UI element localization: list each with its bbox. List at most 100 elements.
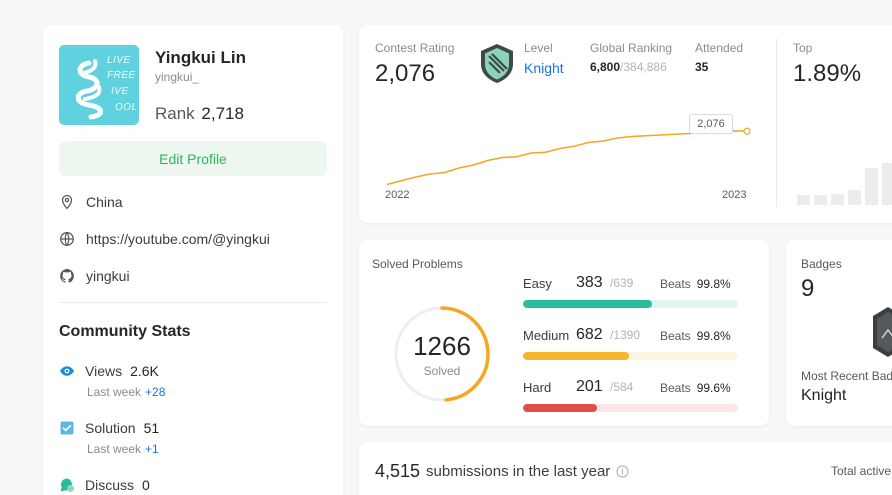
hard-progress-fill — [523, 404, 597, 412]
stat-value: 51 — [143, 420, 160, 436]
avatar-word: FREE — [107, 70, 136, 81]
hard-total: /584 — [610, 380, 634, 394]
badge-icon[interactable] — [873, 306, 892, 358]
easy-progress-fill — [523, 300, 652, 308]
hard-solved: 201 — [576, 378, 603, 395]
website-row[interactable]: https://youtube.com/@yingkui — [59, 231, 270, 247]
stat-views: Views 2.6K — [59, 363, 159, 379]
stat-label: Discuss — [85, 477, 135, 493]
chart-tooltip: 2,076 — [689, 114, 733, 134]
website-link[interactable]: https://youtube.com/@yingkui — [86, 231, 270, 247]
stat-sub-label: Last week — [87, 385, 142, 399]
histogram-bar — [814, 195, 827, 205]
beats-label: Beats — [660, 329, 691, 343]
rank-value: 2,718 — [201, 104, 244, 123]
beats-value: 99.6% — [696, 381, 731, 395]
global-rank: 6,800 — [590, 60, 621, 74]
solved-problems-card: Solved Problems 1266 Solved Easy 383 /63… — [359, 240, 769, 426]
stat-discuss: Discuss 0 — [59, 477, 150, 493]
eye-icon — [59, 363, 75, 379]
stat-sub-label: Last week — [87, 442, 142, 456]
edit-profile-button[interactable]: Edit Profile — [59, 141, 327, 176]
medium-solved: 682 — [576, 326, 603, 343]
stat-delta: +1 — [145, 442, 159, 456]
stat-delta: +28 — [145, 385, 166, 399]
medium-total: /1390 — [610, 328, 641, 342]
beats-label: Beats — [660, 277, 691, 291]
info-icon[interactable] — [616, 465, 629, 478]
attended-value: 35 — [695, 60, 709, 74]
easy-beats: Beats 99.8% — [660, 277, 731, 291]
medium-beats: Beats 99.8% — [660, 329, 731, 343]
submissions-card: 4,515 submissions in the last year Total… — [359, 442, 892, 495]
badges-label: Badges — [801, 257, 842, 271]
github-link[interactable]: yingkui — [86, 268, 130, 284]
location-row: China — [59, 194, 123, 210]
solved-total: 1266 — [413, 331, 471, 361]
histogram-bar — [797, 195, 810, 205]
submissions-count: 4,515 — [375, 461, 421, 481]
rating-last-point[interactable] — [743, 127, 751, 135]
location-pin-icon — [61, 194, 73, 210]
solved-title: Solved Problems — [372, 257, 463, 271]
avatar-word: IVE — [111, 86, 129, 97]
vertical-divider — [776, 39, 777, 207]
global-ranking-value: 6,800/384,886 — [590, 60, 667, 74]
stat-label: Views — [85, 363, 123, 379]
stat-sub: Last week +28 — [87, 385, 165, 399]
contest-card: Contest Rating 2,076 Level Knight Global… — [359, 25, 892, 223]
stat-solution: Solution 51 — [59, 420, 159, 436]
stat-sub: Last week +1 — [87, 442, 159, 456]
histogram-bar — [831, 194, 844, 205]
discuss-icon — [59, 477, 75, 493]
attended-label: Attended — [695, 41, 744, 55]
github-row[interactable]: yingkui — [59, 268, 130, 284]
chart-x-start: 2022 — [385, 189, 410, 201]
rating-series-line — [386, 130, 747, 186]
top-label: Top — [793, 41, 813, 55]
knight-badge-icon[interactable] — [478, 42, 516, 84]
solved-total-label: Solved — [423, 364, 461, 378]
global-total: /384,886 — [620, 60, 667, 74]
profile-card: LIVE FREE IVE OOL Yingkui Lin yingkui_ R… — [43, 25, 343, 495]
percentile-histogram — [797, 163, 892, 205]
stat-value: 2.6K — [130, 363, 159, 379]
recent-badge-value: Knight — [801, 387, 847, 404]
rank-label: Rank — [155, 104, 195, 123]
easy-total: /639 — [610, 276, 634, 290]
avatar[interactable]: LIVE FREE IVE OOL — [59, 45, 139, 125]
level-value[interactable]: Knight — [524, 60, 564, 76]
checkbox-icon — [59, 420, 75, 436]
beats-value: 99.8% — [696, 277, 731, 291]
avatar-word: LIVE — [107, 55, 131, 66]
medium-progress-bar — [523, 352, 738, 360]
level-label: Level — [524, 41, 553, 55]
histogram-bar — [865, 168, 878, 205]
globe-icon — [60, 232, 74, 246]
easy-solved: 383 — [576, 274, 603, 291]
user-rank: Rank 2,718 — [155, 104, 244, 124]
beats-value: 99.8% — [696, 329, 731, 343]
community-stats-title: Community Stats — [59, 323, 191, 340]
contest-rating-value: 2,076 — [375, 60, 436, 87]
stat-value: 0 — [142, 477, 150, 493]
hard-label: Hard — [523, 380, 552, 395]
hard-beats: Beats 99.6% — [660, 381, 731, 395]
contest-rating-label: Contest Rating — [375, 41, 455, 55]
easy-progress-bar — [523, 300, 738, 308]
submissions-text: submissions in the last year — [426, 463, 611, 480]
submissions-summary: 4,515 submissions in the last year — [375, 461, 629, 482]
histogram-bar — [848, 190, 861, 205]
total-active-label: Total active — [831, 464, 892, 478]
location-text: China — [86, 194, 123, 210]
histogram-bar — [882, 163, 892, 205]
medium-label: Medium — [523, 328, 570, 343]
medium-progress-fill — [523, 352, 629, 360]
avatar-word: OOL — [115, 102, 138, 113]
hard-progress-bar — [523, 404, 738, 412]
user-name: Yingkui Lin — [155, 48, 246, 67]
user-handle: yingkui_ — [155, 70, 200, 84]
divider — [59, 302, 327, 303]
stat-label: Solution — [85, 420, 136, 436]
badges-count: 9 — [801, 275, 815, 302]
